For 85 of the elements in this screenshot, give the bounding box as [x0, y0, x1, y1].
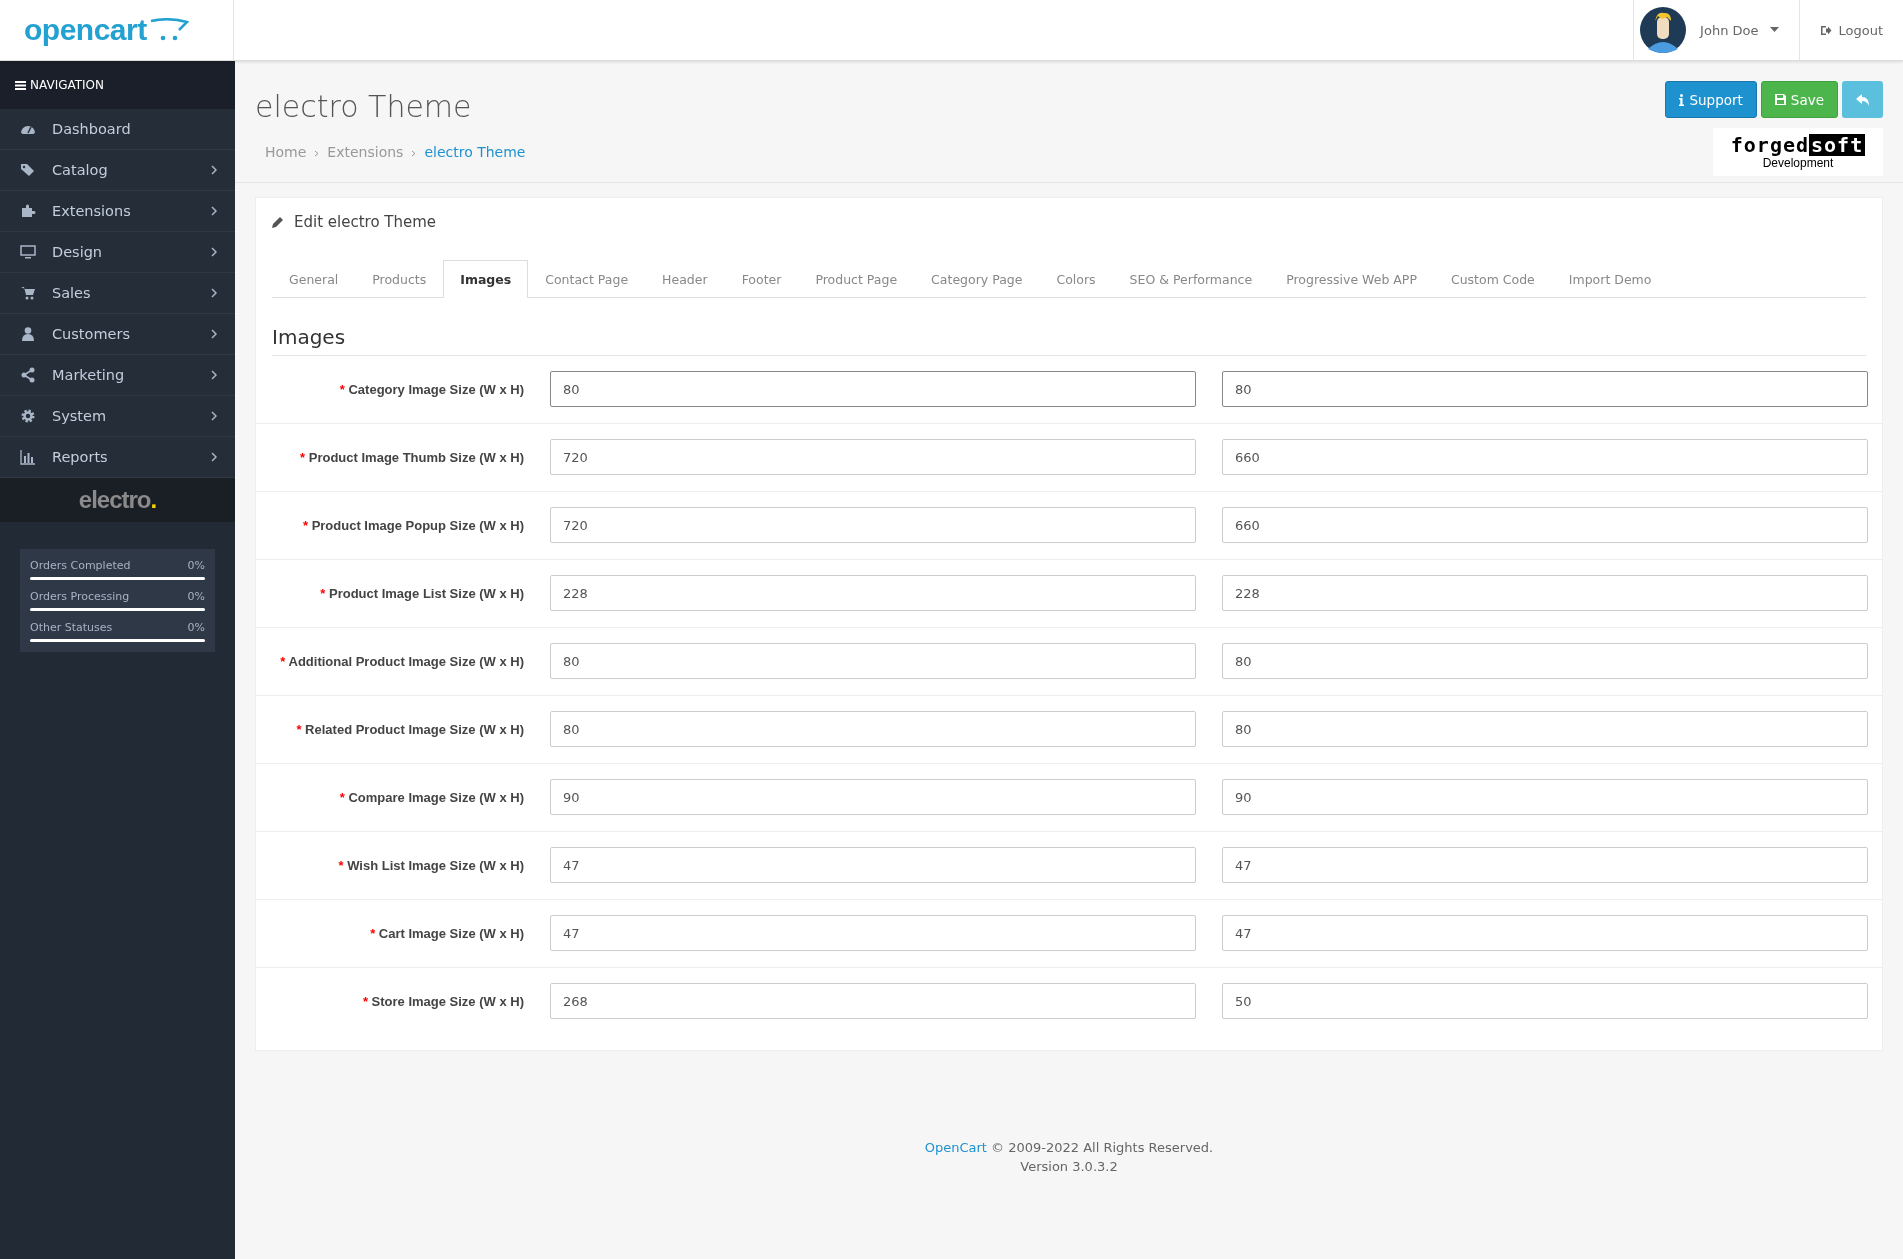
height-input[interactable]: 50	[1222, 983, 1868, 1019]
field-label: * Product Image List Size (W x H)	[319, 584, 524, 603]
tab[interactable]: Product Page	[798, 260, 915, 298]
caret-icon	[1770, 27, 1780, 33]
field-label: * Product Image Thumb Size (W x H)	[299, 448, 524, 467]
tab[interactable]: Footer	[724, 260, 799, 298]
stat-percent: 0%	[187, 559, 205, 572]
height-input[interactable]: 660	[1222, 439, 1868, 475]
stat-percent: 0%	[187, 621, 205, 634]
settings-icon	[20, 408, 36, 424]
width-input[interactable]: 80	[550, 643, 1196, 679]
chevron-icon	[211, 329, 217, 339]
copyright-text: © 2009-2022 All Rights Reserved.	[991, 1140, 1214, 1155]
chevron-icon	[211, 370, 217, 380]
field-label: * Cart Image Size (W x H)	[369, 924, 524, 943]
tab[interactable]: Import Demo	[1551, 260, 1669, 298]
reply-icon	[1855, 93, 1870, 106]
puzzle-icon	[20, 203, 36, 219]
height-input[interactable]: 80	[1222, 371, 1868, 407]
forgedsoft-logo: forged soft Development	[1713, 128, 1883, 176]
width-input[interactable]: 80	[550, 371, 1196, 407]
pencil-icon	[272, 216, 284, 228]
logout-icon	[1820, 24, 1833, 36]
stat-label: Orders Completed	[30, 559, 131, 572]
tab[interactable]: Images	[443, 260, 529, 298]
width-input[interactable]: 720	[550, 507, 1196, 543]
height-input[interactable]: 80	[1222, 711, 1868, 747]
stat-label: Other Statuses	[30, 621, 113, 634]
tab[interactable]: Custom Code	[1433, 260, 1552, 298]
field-label: * Store Image Size (W x H)	[361, 992, 524, 1011]
chevron-icon	[211, 411, 217, 421]
width-input[interactable]: 90	[550, 779, 1196, 815]
tag-icon	[20, 162, 36, 178]
navigation-header: NAVIGATION	[0, 61, 235, 109]
page-title: electro Theme	[254, 88, 473, 124]
height-input[interactable]: 80	[1222, 643, 1868, 679]
menu-icon	[15, 80, 26, 90]
user-icon	[20, 326, 36, 342]
logout-link[interactable]: Logout	[1800, 0, 1903, 60]
tab[interactable]: General	[272, 260, 356, 298]
tab[interactable]: Category Page	[914, 260, 1040, 298]
field-label: * Related Product Image Size (W x H)	[295, 720, 524, 739]
tab[interactable]: Products	[355, 260, 444, 298]
info-icon	[1679, 93, 1685, 106]
cart-icon	[20, 285, 36, 301]
tab[interactable]: Colors	[1039, 260, 1113, 298]
chevron-icon	[211, 247, 217, 257]
share-icon	[20, 367, 36, 383]
tab[interactable]: Contact Page	[528, 260, 646, 298]
panel-title: Edit electro Theme	[294, 213, 437, 231]
user-menu[interactable]: John Doe	[1633, 0, 1801, 60]
field-label: * Wish List Image Size (W x H)	[337, 856, 524, 875]
back-button[interactable]	[1842, 81, 1883, 118]
cart-logo-icon	[148, 18, 189, 42]
height-input[interactable]: 47	[1222, 915, 1868, 951]
version-text: Version 3.0.3.2	[1019, 1158, 1119, 1176]
chevron-icon	[211, 165, 217, 175]
chevron-icon	[211, 206, 217, 216]
tab[interactable]: SEO & Performance	[1112, 260, 1270, 298]
chevron-icon	[211, 452, 217, 462]
field-label: * Additional Product Image Size (W x H)	[279, 652, 524, 671]
width-input[interactable]: 228	[550, 575, 1196, 611]
support-button[interactable]: Support	[1665, 81, 1757, 118]
bar-chart-icon	[20, 449, 36, 465]
tab[interactable]: Header	[645, 260, 725, 298]
stat-percent: 0%	[187, 590, 205, 603]
chevron-icon	[211, 288, 217, 298]
tab[interactable]: Progressive Web APP	[1269, 260, 1434, 298]
height-input[interactable]: 228	[1222, 575, 1868, 611]
field-label: * Compare Image Size (W x H)	[338, 788, 524, 807]
width-input[interactable]: 268	[550, 983, 1196, 1019]
height-input[interactable]: 90	[1222, 779, 1868, 815]
width-input[interactable]: 80	[550, 711, 1196, 747]
height-input[interactable]: 660	[1222, 507, 1868, 543]
field-label: * Product Image Popup Size (W x H)	[301, 516, 524, 535]
monitor-icon	[20, 244, 36, 260]
height-input[interactable]: 47	[1222, 847, 1868, 883]
field-label: * Category Image Size (W x H)	[338, 380, 524, 399]
avatar-icon	[1640, 7, 1687, 53]
width-input[interactable]: 720	[550, 439, 1196, 475]
width-input[interactable]: 47	[550, 847, 1196, 883]
width-input[interactable]: 47	[550, 915, 1196, 951]
stat-label: Orders Processing	[30, 590, 130, 603]
section-heading: Images	[272, 325, 1866, 356]
electro-logo: electro.	[78, 486, 157, 514]
